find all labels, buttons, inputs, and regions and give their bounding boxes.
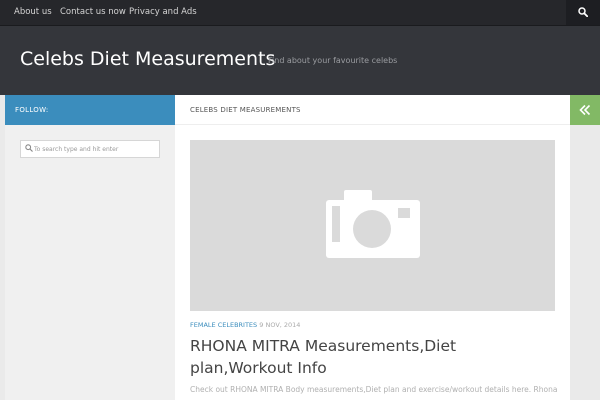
camera-icon <box>326 190 420 258</box>
search-icon <box>578 7 588 17</box>
nav-item-contact-us[interactable]: Contact us now <box>60 0 126 25</box>
breadcrumb: CELEBS DIET MEASUREMENTS <box>190 106 301 114</box>
sidebar-search-input[interactable] <box>34 142 156 156</box>
sidebar-toggle-button[interactable] <box>570 95 600 125</box>
site-title[interactable]: Celebs Diet Measurements <box>20 48 275 70</box>
site-description: Find about your favourite celebs <box>268 56 398 65</box>
post-meta: FEMALE CELEBRITES 9 NOV, 2014 <box>190 321 300 329</box>
nav-item-about-us[interactable]: About us <box>14 0 52 25</box>
post-excerpt: Check out RHONA MITRA Body measurements,… <box>190 385 558 394</box>
sidebar-search-box[interactable] <box>20 140 160 158</box>
site-header: Celebs Diet Measurements Find about your… <box>0 25 600 95</box>
top-search-button[interactable] <box>566 0 600 25</box>
post-title[interactable]: RHONA MITRA Measurements,Diet plan,Worko… <box>190 335 560 379</box>
left-sidebar: FOLLOW: <box>5 95 175 400</box>
post-thumbnail[interactable] <box>190 140 555 311</box>
follow-label: FOLLOW: <box>15 106 49 114</box>
search-icon <box>25 144 33 152</box>
top-navigation: About us Contact us now Privacy and Ads <box>0 0 600 25</box>
nav-item-privacy-ads[interactable]: Privacy and Ads <box>129 0 197 25</box>
post-date: 9 NOV, 2014 <box>259 321 301 329</box>
main-content: CELEBS DIET MEASUREMENTS FEMALE CELEBRIT… <box>175 95 570 400</box>
breadcrumb-bar: CELEBS DIET MEASUREMENTS <box>175 95 570 125</box>
post-category[interactable]: FEMALE CELEBRITES <box>190 321 257 329</box>
double-chevron-left-icon <box>579 104 591 116</box>
follow-bar: FOLLOW: <box>5 95 175 125</box>
